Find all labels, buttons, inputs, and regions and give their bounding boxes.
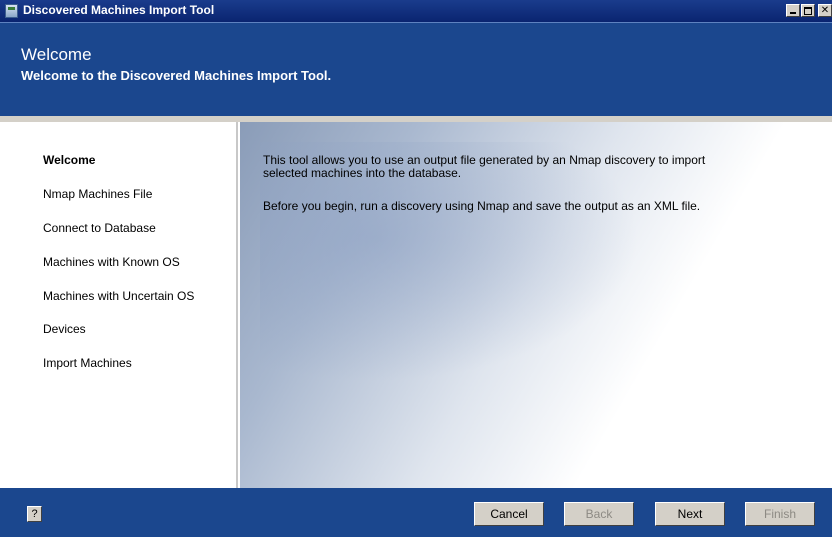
window-title: Discovered Machines Import Tool [23,3,215,17]
instruction-paragraph: Before you begin, run a discovery using … [263,199,701,213]
title-bar[interactable]: Discovered Machines Import Tool ✕ [0,0,832,22]
intro-paragraph: This tool allows you to use an output fi… [263,153,706,180]
nav-step-devices[interactable]: Devices [43,322,86,336]
cancel-button[interactable]: Cancel [474,502,544,526]
page-title: Welcome [21,45,92,64]
nav-step-machines-known-os[interactable]: Machines with Known OS [43,255,180,269]
wizard-steps-nav: Welcome Nmap Machines File Connect to Da… [7,122,238,488]
nav-step-connect-to-database[interactable]: Connect to Database [43,221,156,235]
nav-step-welcome[interactable]: Welcome [43,153,95,167]
wizard-footer: ? Cancel Back Next Finish [0,488,832,537]
maximize-button[interactable] [801,4,815,17]
close-icon: ✕ [820,5,830,16]
nav-step-machines-uncertain-os[interactable]: Machines with Uncertain OS [43,289,194,303]
import-tool-window: Discovered Machines Import Tool ✕ Welcom… [0,0,832,537]
content-panel: This tool allows you to use an output fi… [240,122,832,488]
close-button[interactable]: ✕ [818,4,832,17]
minimize-button[interactable] [786,4,800,17]
wizard-header: Welcome Welcome to the Discovered Machin… [0,22,832,116]
app-icon [5,4,18,18]
finish-button[interactable]: Finish [745,502,815,526]
help-button[interactable]: ? [27,506,42,522]
help-icon: ? [31,508,38,520]
nav-step-import-machines[interactable]: Import Machines [43,356,132,370]
back-button[interactable]: Back [564,502,634,526]
nav-step-nmap-machines-file[interactable]: Nmap Machines File [43,187,152,201]
next-button[interactable]: Next [655,502,725,526]
page-subtitle: Welcome to the Discovered Machines Impor… [21,68,332,83]
